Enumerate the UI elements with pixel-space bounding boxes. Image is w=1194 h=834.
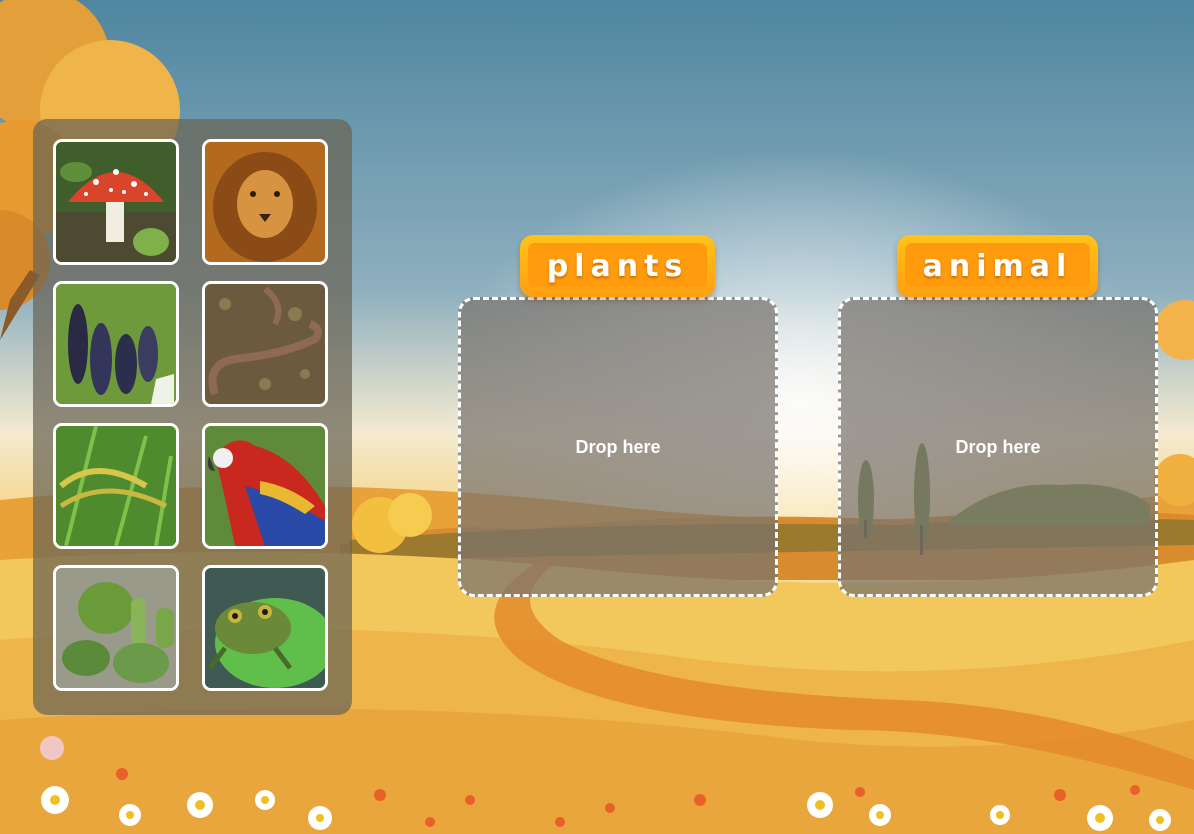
rice-image — [56, 426, 176, 546]
plants-drop-zone[interactable]: Drop here — [458, 297, 778, 597]
animal-drop-zone[interactable]: Drop here — [838, 297, 1158, 597]
mushroom-image — [56, 142, 176, 262]
animal-label-text: animal — [922, 248, 1073, 284]
parrot-image — [205, 426, 325, 546]
frog-image — [205, 568, 325, 688]
animal-label: animal — [897, 235, 1098, 297]
grapes-image — [56, 284, 176, 404]
cactus-image — [56, 568, 176, 688]
card-cactus[interactable]: cactus — [53, 565, 179, 691]
plants-label-text: plants — [546, 248, 689, 284]
card-lion[interactable]: lion — [202, 139, 328, 265]
lion-image — [205, 142, 325, 262]
item-tray: mushroom lion grapes snake — [33, 119, 352, 715]
plants-label: plants — [520, 235, 715, 297]
card-snake[interactable]: snake — [202, 281, 328, 407]
card-frog[interactable]: frog — [202, 565, 328, 691]
card-mushroom[interactable]: mushroom — [53, 139, 179, 265]
snake-image — [205, 284, 325, 404]
card-rice[interactable]: rice — [53, 423, 179, 549]
drop-zone-hint: Drop here — [955, 436, 1041, 457]
card-grapes[interactable]: grapes — [53, 281, 179, 407]
drop-zone-hint: Drop here — [575, 436, 661, 457]
card-parrot[interactable]: parrot — [202, 423, 328, 549]
